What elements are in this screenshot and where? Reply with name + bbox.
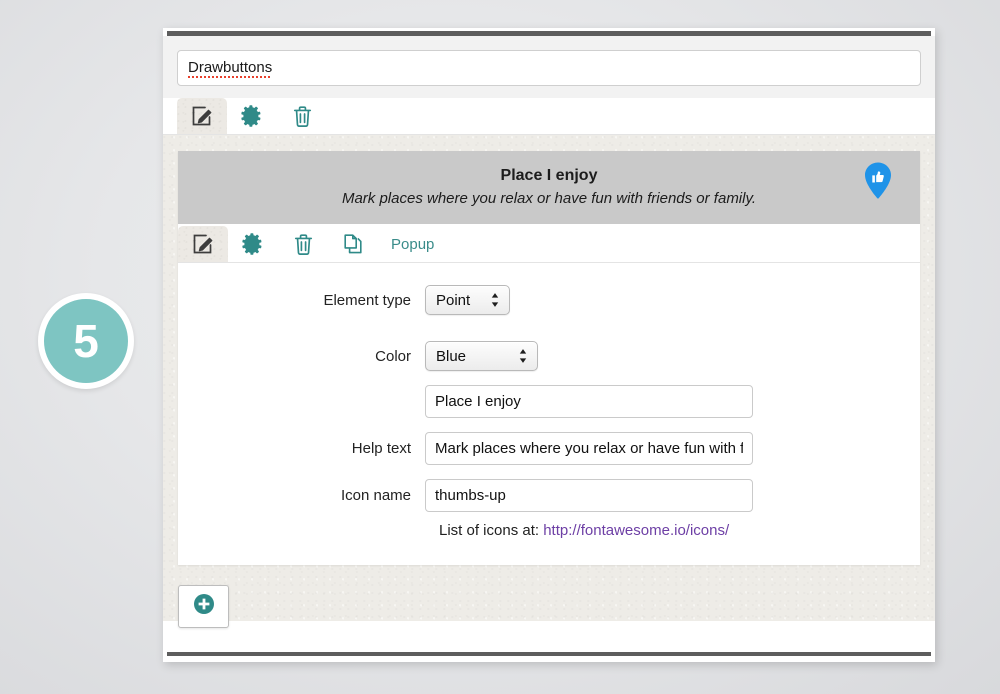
gear-icon <box>241 105 263 127</box>
tab-delete[interactable] <box>277 98 327 134</box>
select-arrows-icon <box>518 347 528 365</box>
element-name-value: Place I enjoy <box>435 393 521 411</box>
element-tab-popup-label: Popup <box>391 235 435 253</box>
element-tab-delete[interactable] <box>278 226 328 262</box>
add-element-button[interactable] <box>178 585 229 629</box>
element-tab-edit[interactable] <box>178 226 228 263</box>
element-subtitle: Mark places where you relax or have fun … <box>341 189 757 207</box>
icon-name-input[interactable]: thumbs-up <box>425 479 753 513</box>
app-window: Drawbuttons Place I enjoy Mark places wh… <box>163 28 935 662</box>
element-tab-popup[interactable]: Popup <box>378 226 447 262</box>
fontawesome-link[interactable]: http://fontawesome.io/icons/ <box>543 522 729 539</box>
help-text-value: Mark places where you relax or have fun … <box>435 440 743 458</box>
color-value: Blue <box>436 347 467 365</box>
icons-hint: List of icons at: http://fontawesome.io/… <box>425 522 920 539</box>
trash-icon <box>292 105 313 128</box>
element-card-header: Place I enjoy Mark places where you rela… <box>178 151 920 225</box>
gear-icon <box>242 233 264 255</box>
form-tabstrip <box>163 98 935 135</box>
field-row-icon-name: Icon name thumbs-up <box>178 479 920 513</box>
element-tab-settings[interactable] <box>228 226 278 262</box>
icon-name-label: Icon name <box>340 487 411 505</box>
step-badge-number: 5 <box>73 315 99 367</box>
element-name-input[interactable]: Place I enjoy <box>425 385 753 419</box>
screenshot-root: 5 Drawbuttons Place I enjoy Mark places … <box>0 0 1000 694</box>
element-edit-panel: Element type Point Color Blue Place I en… <box>178 263 920 566</box>
element-card: Place I enjoy Mark places where you rela… <box>178 151 920 566</box>
help-text-input[interactable]: Mark places where you relax or have fun … <box>425 432 753 466</box>
map-pin-thumbs-up-icon <box>860 161 896 207</box>
window-bottom-bar <box>167 652 931 656</box>
field-row-name: Place I enjoy <box>178 385 920 419</box>
form-name-input[interactable]: Drawbuttons <box>177 50 921 86</box>
field-row-help-text: Help text Mark places where you relax or… <box>178 432 920 466</box>
element-title: Place I enjoy <box>500 167 598 184</box>
pencil-square-icon <box>191 232 215 256</box>
icons-hint-prefix: List of icons at: <box>439 522 544 540</box>
field-row-element-type: Element type Point <box>178 285 920 316</box>
color-label: Color <box>375 347 411 365</box>
field-row-color: Color Blue <box>178 341 920 372</box>
form-name-input-value: Drawbuttons <box>188 58 273 78</box>
element-type-select[interactable]: Point <box>425 285 510 316</box>
element-type-value: Point <box>436 291 471 309</box>
plus-circle-icon <box>193 593 215 620</box>
element-tab-duplicate[interactable] <box>328 226 378 262</box>
pencil-square-icon <box>190 104 214 128</box>
tab-edit[interactable] <box>177 98 227 134</box>
color-select[interactable]: Blue <box>425 341 538 372</box>
element-tabstrip: Popup <box>178 224 920 264</box>
icon-name-value: thumbs-up <box>435 487 506 505</box>
select-arrows-icon <box>490 291 500 309</box>
form-body: Place I enjoy Mark places where you rela… <box>163 135 935 629</box>
step-badge: 5 <box>38 293 134 389</box>
title-row: Drawbuttons <box>163 36 935 98</box>
help-text-label: Help text <box>351 440 411 458</box>
copy-icon <box>341 232 365 256</box>
trash-icon <box>293 233 314 256</box>
tab-settings[interactable] <box>227 98 277 134</box>
element-type-label: Element type <box>323 291 411 309</box>
